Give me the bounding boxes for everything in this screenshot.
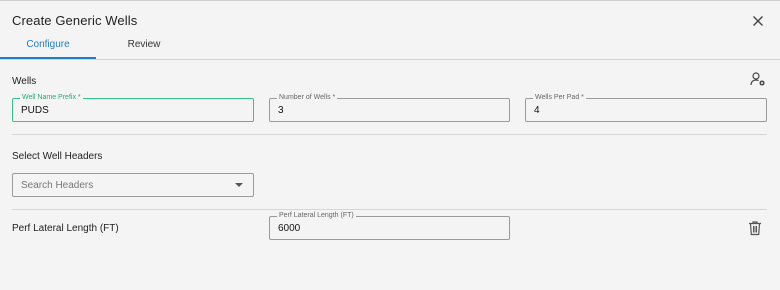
perf-lateral-length-label: Perf Lateral Length (FT) <box>277 211 356 220</box>
perf-lateral-length-field[interactable]: Perf Lateral Length (FT) <box>269 211 510 240</box>
number-of-wells-input[interactable] <box>278 105 501 116</box>
dialog-title: Create Generic Wells <box>12 13 138 28</box>
well-name-prefix-label: Well Name Prefix * <box>20 93 83 102</box>
tab-review[interactable]: Review <box>96 35 192 59</box>
chevron-down-icon <box>235 183 243 187</box>
search-headers-placeholder: Search Headers <box>21 180 94 191</box>
wells-per-pad-label: Wells Per Pad * <box>533 93 586 102</box>
tab-bar: Configure Review <box>0 35 780 59</box>
tabs-divider <box>0 59 780 60</box>
wells-section-label: Wells <box>12 76 37 87</box>
select-well-headers-label: Select Well Headers <box>12 151 103 162</box>
close-button[interactable] <box>750 13 766 29</box>
wells-per-pad-input[interactable] <box>534 105 758 116</box>
section-divider <box>12 134 767 135</box>
close-icon <box>753 16 763 26</box>
create-generic-wells-dialog: Create Generic Wells Configure Review We… <box>0 0 780 290</box>
user-settings-icon <box>750 72 765 86</box>
perf-lateral-length-section-label: Perf Lateral Length (FT) <box>12 223 119 234</box>
number-of-wells-label: Number of Wells * <box>277 93 338 102</box>
perf-lateral-length-input[interactable] <box>278 223 501 234</box>
trash-icon <box>749 221 761 236</box>
user-settings-button[interactable] <box>750 71 766 87</box>
section-divider <box>12 209 767 210</box>
well-name-prefix-field[interactable]: Well Name Prefix * <box>12 93 254 122</box>
well-name-prefix-input[interactable] <box>21 105 245 116</box>
delete-button[interactable] <box>748 220 762 236</box>
wells-per-pad-field[interactable]: Wells Per Pad * <box>525 93 767 122</box>
tab-configure[interactable]: Configure <box>0 35 96 59</box>
search-headers-select[interactable]: Search Headers <box>12 173 254 197</box>
number-of-wells-field[interactable]: Number of Wells * <box>269 93 510 122</box>
